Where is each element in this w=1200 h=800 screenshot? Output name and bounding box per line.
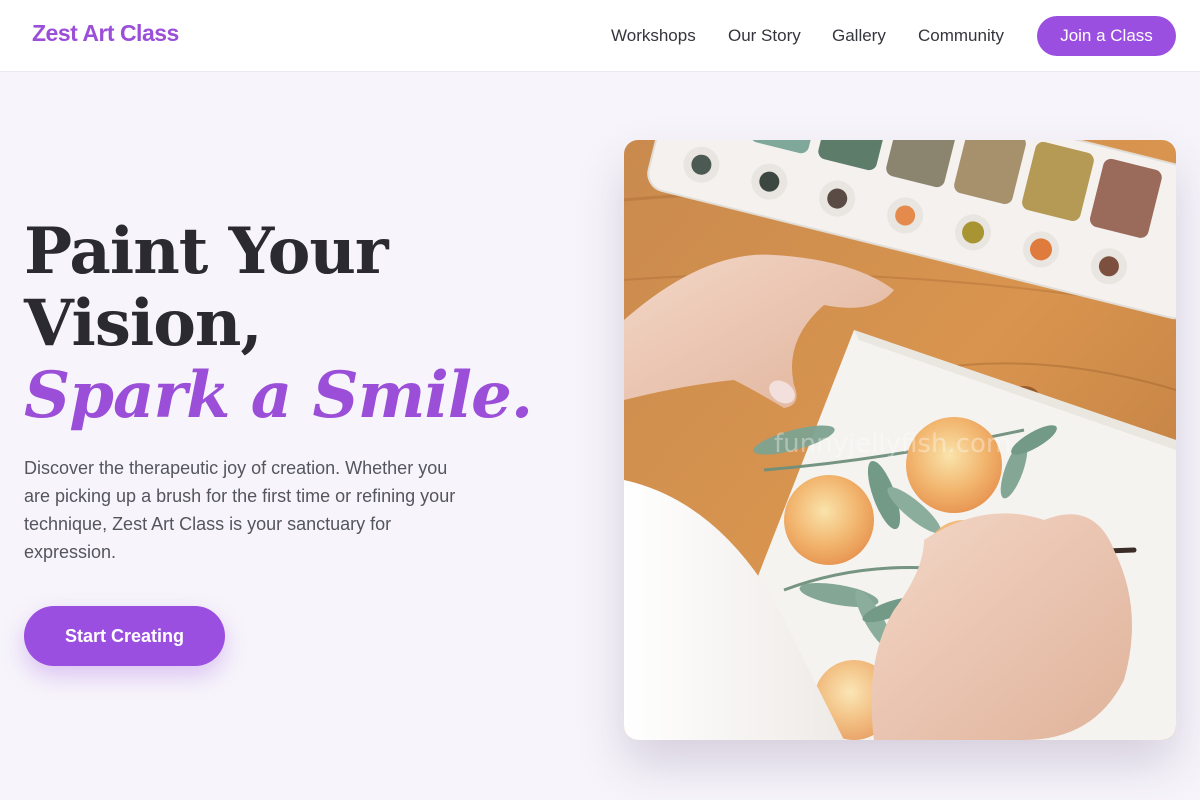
join-class-button[interactable]: Join a Class (1037, 16, 1176, 56)
hero-headline: Paint Your Vision, Spark a Smile. (24, 216, 584, 432)
logo[interactable]: Zest Art Class (32, 20, 179, 47)
nav-link-gallery[interactable]: Gallery (832, 26, 886, 46)
image-watermark: funnyjellyfish.com (774, 429, 1011, 459)
nav-link-workshops[interactable]: Workshops (611, 26, 696, 46)
nav-link-community[interactable]: Community (918, 26, 1004, 46)
site-header: Zest Art Class Workshops Our Story Galle… (0, 0, 1200, 72)
headline-accent: Spark a Smile. (24, 358, 533, 433)
nav-link-our-story[interactable]: Our Story (728, 26, 801, 46)
hero-painting-image: funnyjellyfish.com (624, 140, 1176, 740)
headline-line-1: Paint Your (24, 214, 389, 289)
start-creating-button[interactable]: Start Creating (24, 606, 225, 666)
headline-line-2: Vision, (24, 286, 263, 361)
hero-description: Discover the therapeutic joy of creation… (24, 458, 456, 562)
